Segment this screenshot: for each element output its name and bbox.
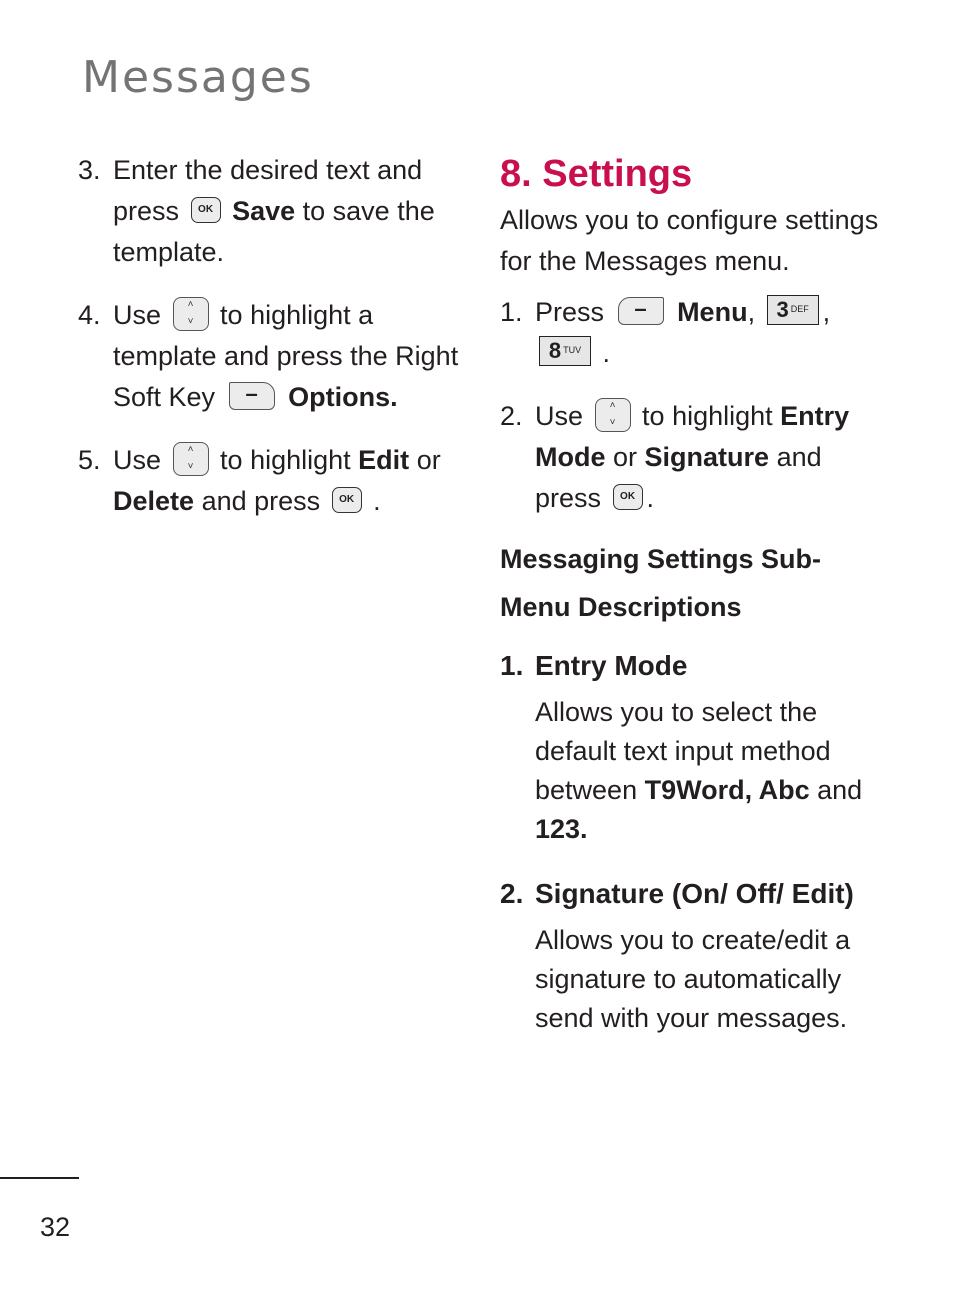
key-digit: 8: [548, 338, 562, 364]
comma: ,: [747, 297, 756, 327]
step-text: .: [646, 483, 655, 513]
step-text: .: [602, 338, 611, 368]
options-label: Options.: [288, 382, 398, 412]
arrow-down-icon: ˅: [187, 315, 194, 327]
ok-key-icon: OK: [190, 196, 221, 223]
item-desc-signature: Allows you to create/edit a signature to…: [535, 925, 851, 1033]
item-title-text: Signature (On/ Off/ Edit): [535, 878, 854, 909]
step-text: to highlight a template and press the Ri…: [113, 300, 459, 412]
settings-step-2: 2. Use ˄ ˅ to highlight Entry Mode or Sig…: [500, 396, 880, 519]
desc-text: and: [817, 775, 863, 805]
submenu-heading: Messaging Settings Sub-Menu Descriptions: [500, 544, 822, 622]
item-title-text: Entry Mode: [535, 650, 688, 681]
right-soft-key-icon: –: [228, 381, 275, 410]
item-number: 1.: [500, 650, 524, 681]
left-soft-key-icon: –: [617, 296, 664, 325]
desc-bold: 123.: [535, 814, 588, 844]
desc-bold: T9Word, Abc: [644, 775, 810, 805]
settings-step-1: 1. Press – Menu, 3 DEF, 8 TUV .: [500, 292, 880, 374]
comma: ,: [822, 297, 831, 327]
step-text: .: [373, 486, 381, 516]
step-4: 4. Use ˄ ˅ to highlight a template and pr…: [78, 295, 473, 418]
ok-key-icon: OK: [331, 486, 362, 513]
signature-label: Signature: [644, 442, 770, 472]
step-number: 1.: [500, 297, 523, 327]
key-8-tuv-icon: 8 TUV: [539, 335, 591, 366]
step-text: Use: [113, 445, 162, 475]
step-3: 3. Enter the desired text and press OK S…: [78, 150, 473, 273]
save-label: Save: [232, 196, 296, 226]
step-text: Use: [535, 401, 584, 431]
key-digit: 3: [776, 297, 789, 323]
left-column: 3. Enter the desired text and press OK S…: [78, 150, 473, 544]
step-number: 4.: [78, 300, 101, 330]
right-column: 8. Settings Allows you to configure sett…: [500, 150, 880, 1038]
arrow-down-icon: ˅: [609, 416, 616, 428]
step-text: Use: [113, 300, 162, 330]
item-title-entry-mode: 1. Entry Mode: [500, 645, 880, 687]
page-number: 32: [40, 1212, 71, 1242]
navigation-key-icon: ˄ ˅: [172, 296, 209, 331]
step-number: 2.: [500, 401, 523, 431]
item-number: 2.: [500, 878, 524, 909]
step-text: Press: [535, 297, 605, 327]
step-text: or: [416, 445, 441, 475]
step-text: and press: [201, 486, 321, 516]
step-text: or: [613, 442, 638, 472]
item-desc-entry-mode: Allows you to select the default text in…: [500, 693, 880, 849]
edit-label: Edit: [358, 445, 410, 475]
section-title: 8. Settings: [500, 153, 693, 195]
ok-key-icon: OK: [612, 483, 643, 510]
key-3-def-icon: 3 DEF: [766, 294, 819, 325]
step-number: 5.: [78, 445, 101, 475]
key-letters: TUV: [563, 345, 582, 356]
arrow-up-icon: ˄: [187, 443, 194, 455]
arrow-up-icon: ˄: [187, 298, 194, 310]
step-text: to highlight: [642, 401, 773, 431]
navigation-key-icon: ˄ ˅: [172, 441, 209, 476]
menu-label: Menu: [677, 297, 748, 327]
item-title-signature: 2. Signature (On/ Off/ Edit): [500, 873, 880, 915]
arrow-down-icon: ˅: [187, 460, 194, 472]
key-letters: DEF: [790, 304, 809, 315]
step-number: 3.: [78, 155, 101, 185]
delete-label: Delete: [113, 486, 195, 516]
section-intro: Allows you to configure settings for the…: [500, 205, 879, 276]
step-text: to highlight: [220, 445, 351, 475]
page-title: Messages: [82, 52, 314, 103]
footer-divider: [0, 1177, 79, 1179]
arrow-up-icon: ˄: [609, 399, 616, 411]
step-5: 5. Use ˄ ˅ to highlight Edit or Delete an…: [78, 440, 473, 522]
navigation-key-icon: ˄ ˅: [594, 397, 631, 432]
